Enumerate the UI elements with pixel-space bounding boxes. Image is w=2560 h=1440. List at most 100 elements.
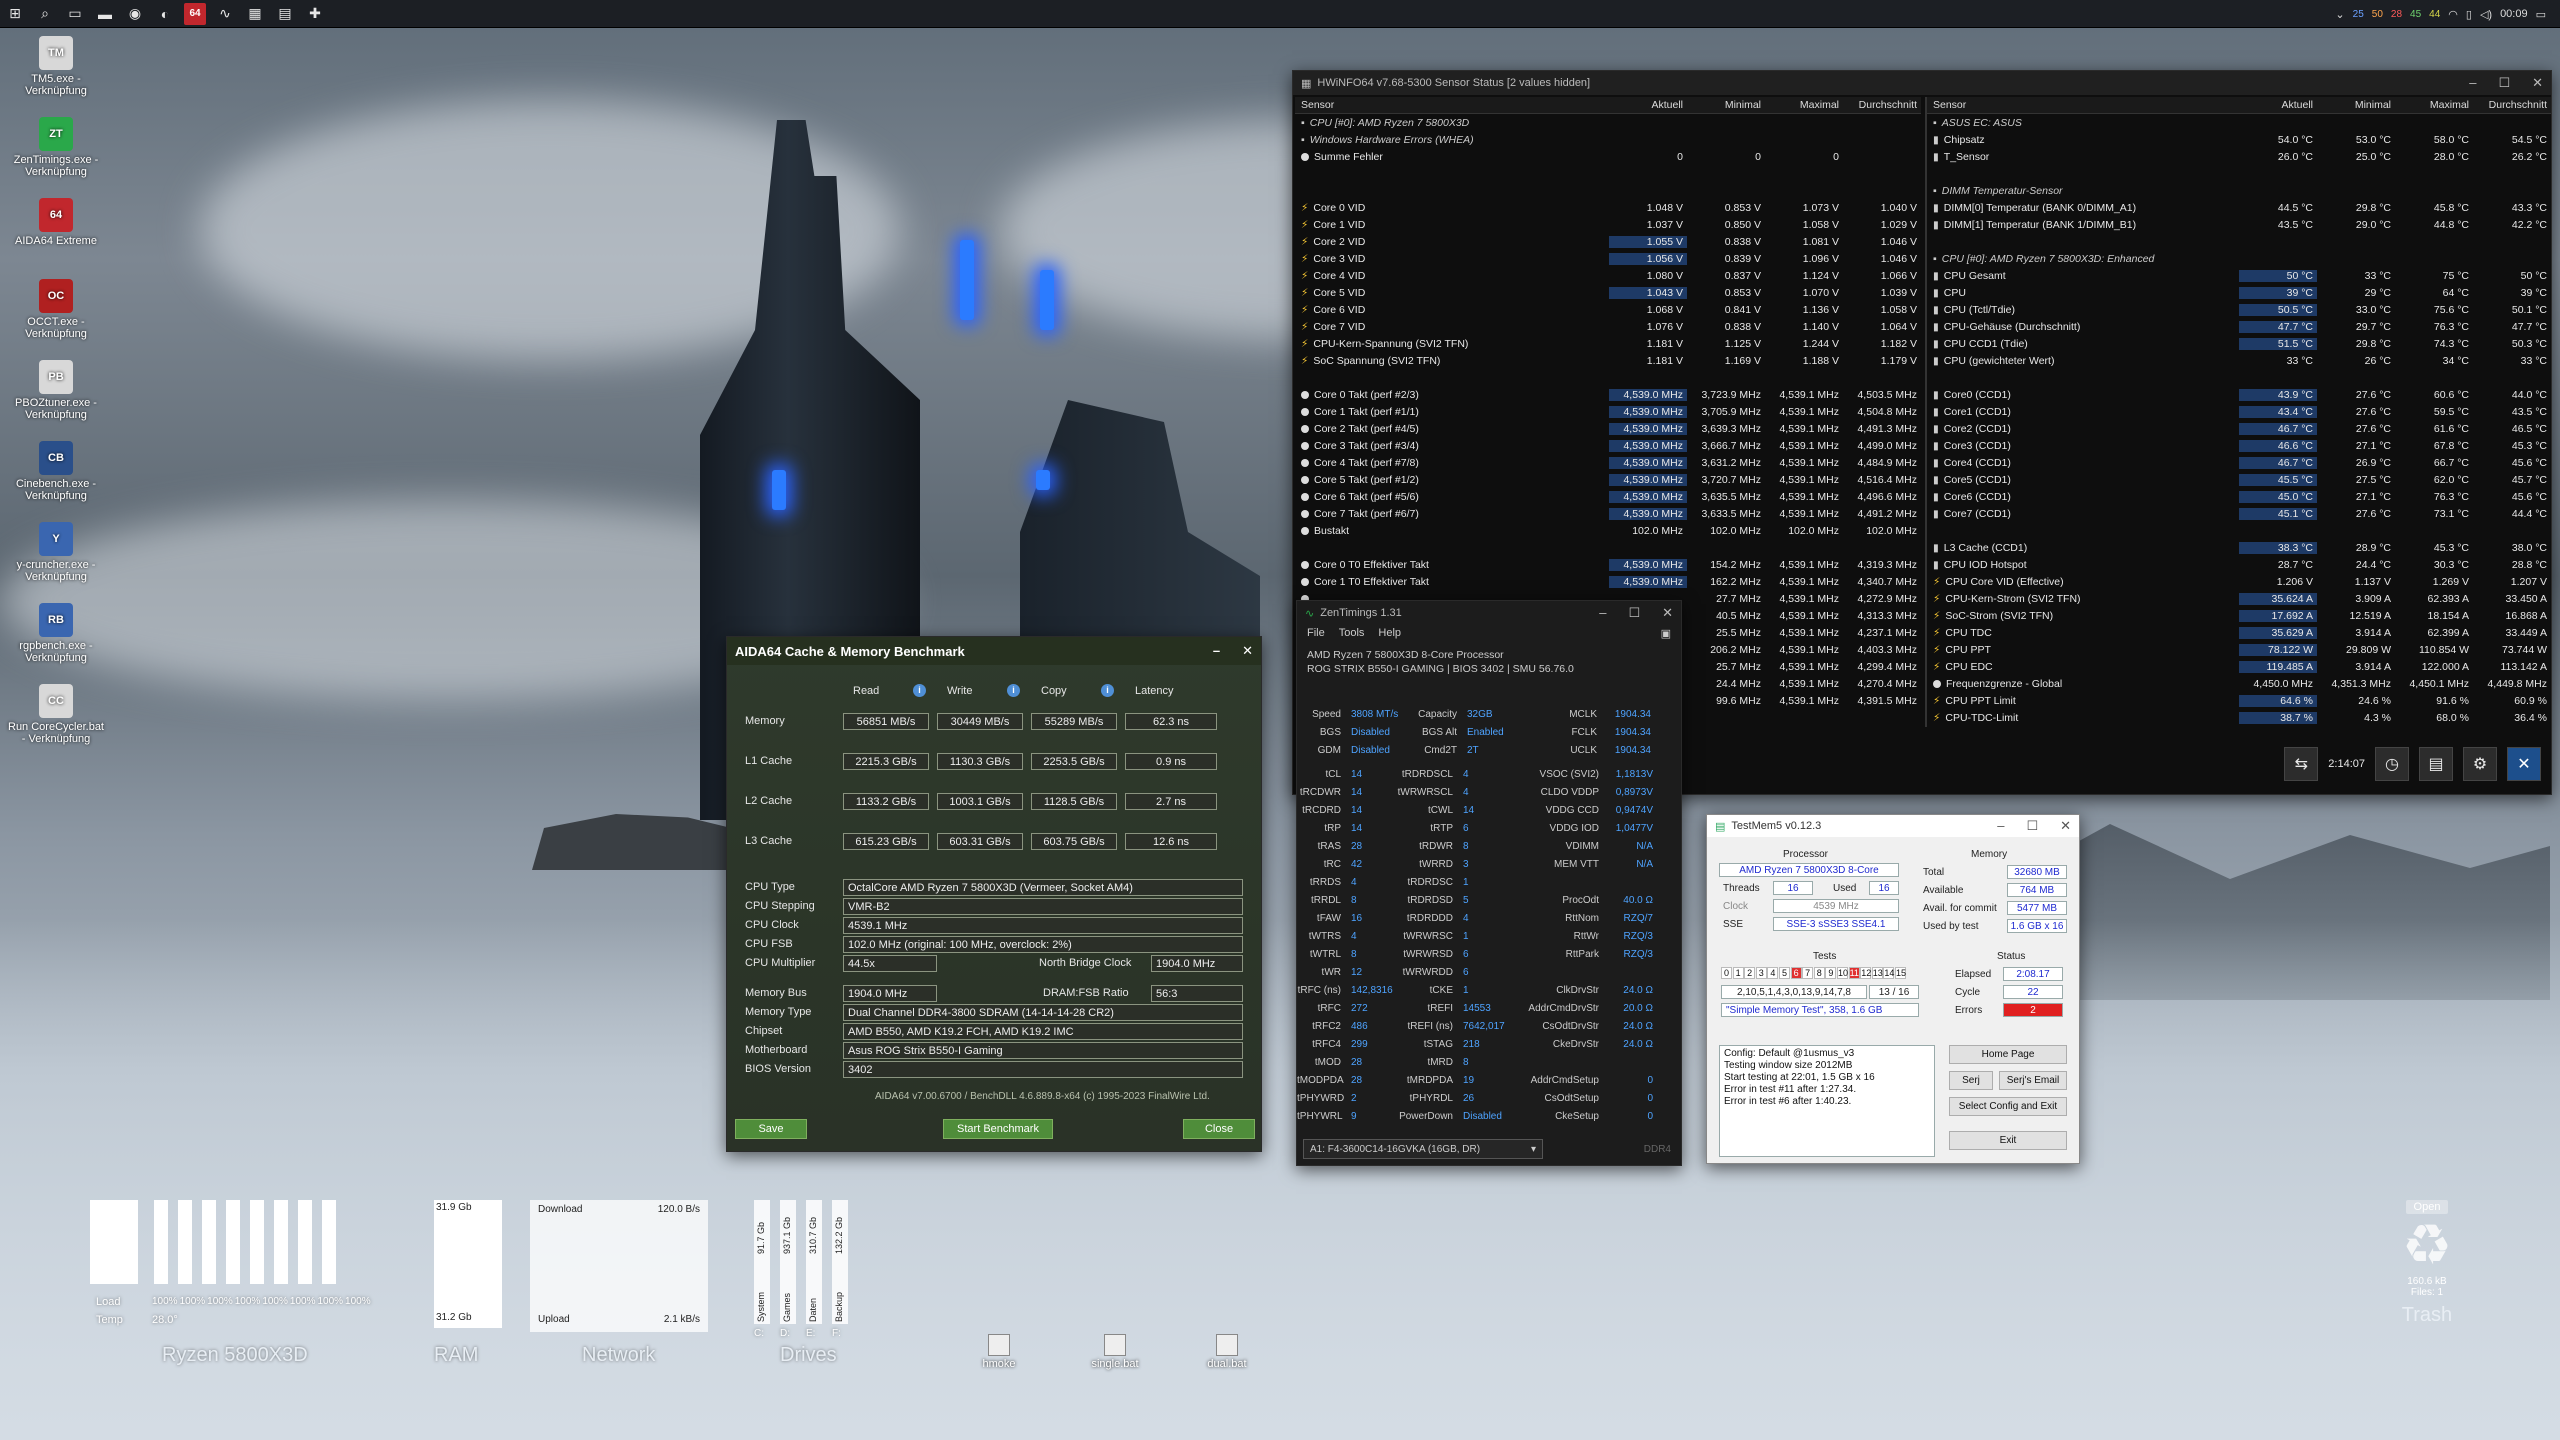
wifi-icon[interactable]: ◠ (2448, 8, 2458, 21)
desktop-shortcut[interactable]: RB rgpbench.exe - Verknüpfung (6, 603, 106, 664)
column-header[interactable]: Sensor (1295, 99, 1609, 111)
sensor-row[interactable]: ▮ CPU-Gehäuse (Durchschnitt) 47.7 °C 29.7 °… (1927, 318, 2551, 335)
log-textarea[interactable]: Config: Default @1usmus_v3 Testing window… (1719, 1045, 1935, 1157)
sensor-row[interactable]: ▪ ASUS EC: ASUS (1927, 114, 2551, 131)
sensor-row[interactable]: ⚡ Core 7 VID 1.076 V 0.838 V 1.140 V 1.064 V (1295, 318, 1921, 335)
sensor-row[interactable]: ▮ Core0 (CCD1) 43.9 °C 27.6 °C 60.6 °C 44.0 °… (1927, 386, 2551, 403)
sensor-row[interactable]: ▮ CPU IOD Hotspot 28.7 °C 24.4 °C 30.3 °C 28.… (1927, 556, 2551, 573)
minimize-icon[interactable]: – (1213, 643, 1220, 659)
sensor-row[interactable]: Frequenzgrenze - Global 4,450.0 MHz 4,351.… (1927, 675, 2551, 692)
sensor-row[interactable] (1295, 539, 1921, 556)
save-button[interactable]: Save (735, 1119, 807, 1139)
desktop-shortcut[interactable]: OC OCCT.exe - Verknüpfung (6, 279, 106, 340)
column-header[interactable]: Minimal (1687, 99, 1765, 111)
column-header[interactable]: Durchschnitt (1843, 99, 1921, 111)
sensor-row[interactable] (1295, 165, 1921, 182)
sensor-row[interactable]: ▮ Core3 (CCD1) 46.6 °C 27.1 °C 67.8 °C 45.3 °… (1927, 437, 2551, 454)
column-header[interactable]: Maximal (1765, 99, 1843, 111)
home-page-button[interactable]: Home Page (1949, 1045, 2067, 1064)
sensor-row[interactable]: ▮ CPU CCD1 (Tdie) 51.5 °C 29.8 °C 74.3 °C 50.… (1927, 335, 2551, 352)
desktop-shortcut[interactable]: 64 AIDA64 Extreme (6, 198, 106, 247)
sensor-row[interactable]: ▪ Windows Hardware Errors (WHEA) (1295, 131, 1921, 148)
desktop-shortcut[interactable]: Yy-cruncher.exe - Verknüpfung (6, 522, 106, 583)
sensor-row[interactable]: Core 1 Takt (perf #1/1) 4,539.0 MHz 3,705.… (1295, 403, 1921, 420)
zentimings-titlebar[interactable]: ∿ ZenTimings 1.31 – ☐ ✕ (1297, 601, 1681, 625)
chrome-icon[interactable]: ◉ (124, 3, 146, 25)
sensor-row[interactable]: Core 7 Takt (perf #6/7) 4,539.0 MHz 3,633.… (1295, 505, 1921, 522)
sensor-row[interactable]: ▮ DIMM[0] Temperatur (BANK 0/DIMM_A1) 44.5… (1927, 199, 2551, 216)
sensor-row[interactable]: ⚡ Core 0 VID 1.048 V 0.853 V 1.073 V 1.040 V (1295, 199, 1921, 216)
sensor-row[interactable]: ▮ Core1 (CCD1) 43.4 °C 27.6 °C 59.5 °C 43.5 °… (1927, 403, 2551, 420)
column-header[interactable]: Sensor (1927, 99, 2239, 111)
sensor-row[interactable]: Summe Fehler 0 0 0 (1295, 148, 1921, 165)
column-header[interactable]: Aktuell (1609, 99, 1687, 111)
network-monitor-icon[interactable]: ⇆ (2284, 747, 2319, 781)
sensor-row[interactable]: Core 3 Takt (perf #3/4) 4,539.0 MHz 3,666.… (1295, 437, 1921, 454)
sensor-row[interactable]: ⚡ Core 1 VID 1.037 V 0.850 V 1.058 V 1.029 V (1295, 216, 1921, 233)
desktop-file[interactable]: single.bat (1080, 1334, 1150, 1370)
sensor-row[interactable]: ▪ DIMM Temperatur-Sensor (1927, 182, 2551, 199)
info-icon[interactable]: i (1007, 684, 1020, 697)
testmem-taskbar-icon[interactable]: ▤ (274, 3, 296, 25)
sensor-row[interactable] (1927, 522, 2551, 539)
sensor-row[interactable]: ⚡ CPU EDC 119.485 A 3.914 A 122.000 A 113.142… (1927, 658, 2551, 675)
sensor-row[interactable]: ▮ CPU (gewichteter Wert) 33 °C 26 °C 34 °C 33… (1927, 352, 2551, 369)
edge-icon[interactable]: ◐ (154, 3, 176, 25)
column-header[interactable]: Durchschnitt (2473, 99, 2551, 111)
close-icon[interactable]: ✕ (1242, 643, 1253, 659)
search-icon[interactable]: ⌕ (34, 3, 56, 25)
exit-button[interactable]: Exit (1949, 1131, 2067, 1150)
sensor-row[interactable]: ▮ Chipsatz 54.0 °C 53.0 °C 58.0 °C 54.5 °C (1927, 131, 2551, 148)
recycle-icon[interactable]: ♻ (2382, 1214, 2472, 1276)
desktop-shortcut[interactable]: TM TM5.exe - Verknüpfung (6, 36, 106, 97)
hwinfo-right-pane[interactable]: Sensor Aktuell Minimal Maximal Durchschnitt ▪… (1925, 97, 2551, 727)
menu-tools[interactable]: Tools (1339, 627, 1365, 640)
module-select[interactable]: A1: F4-3600C14-16GVKA (16GB, DR) ▾ (1303, 1139, 1543, 1159)
trash-open-button[interactable]: Open (2405, 1200, 2449, 1214)
hwinfo-titlebar[interactable]: ▦ HWiNFO64 v7.68-5300 Sensor Status [2 v… (1293, 71, 2551, 95)
sensor-row[interactable]: ▪ CPU [#0]: AMD Ryzen 7 5800X3D: Enhanced (1927, 250, 2551, 267)
close-icon[interactable]: ✕ (2507, 747, 2541, 781)
close-button[interactable]: Close (1183, 1119, 1255, 1139)
start-benchmark-button[interactable]: Start Benchmark (943, 1119, 1053, 1139)
folder-icon[interactable]: ▬ (94, 3, 116, 25)
start-icon[interactable]: ⊞ (4, 3, 26, 25)
network-icon[interactable]: ▯ (2466, 8, 2472, 21)
sensor-row[interactable]: Bustakt 102.0 MHz 102.0 MHz 102.0 MHz 102.0 … (1295, 522, 1921, 539)
sensor-row[interactable]: ⚡ Core 2 VID 1.055 V 0.838 V 1.081 V 1.046 V (1295, 233, 1921, 250)
sensor-row[interactable] (1927, 165, 2551, 182)
sensor-row[interactable]: Core 1 T0 Effektiver Takt 4,539.0 MHz 162.… (1295, 573, 1921, 590)
sensor-row[interactable]: ⚡ CPU TDC 35.629 A 3.914 A 62.399 A 33.449 A (1927, 624, 2551, 641)
sensor-row[interactable]: ⚡ Core 6 VID 1.068 V 0.841 V 1.136 V 1.058 V (1295, 301, 1921, 318)
sensor-row[interactable]: ▪ CPU [#0]: AMD Ryzen 7 5800X3D (1295, 114, 1921, 131)
gear-icon[interactable]: ⚙ (2463, 747, 2497, 781)
desktop-shortcut[interactable]: PB PBOZtuner.exe - Verknüpfung (6, 360, 106, 421)
menu-help[interactable]: Help (1378, 627, 1401, 640)
sensor-row[interactable] (1295, 369, 1921, 386)
sensor-row[interactable]: ▮ Core2 (CCD1) 46.7 °C 27.6 °C 61.6 °C 46.5 °… (1927, 420, 2551, 437)
menu-file[interactable]: File (1307, 627, 1325, 640)
clock[interactable]: 00:09 (2500, 8, 2528, 20)
maximize-icon[interactable]: ☐ (2026, 818, 2038, 834)
sensor-row[interactable]: ▮ CPU (Tctl/Tdie) 50.5 °C 33.0 °C 75.6 °C 50.… (1927, 301, 2551, 318)
sensor-row[interactable]: ▮ Core6 (CCD1) 45.0 °C 27.1 °C 76.3 °C 45.6 °… (1927, 488, 2551, 505)
desktop-shortcut[interactable]: ZT ZenTimings.exe - Verknüpfung (6, 117, 106, 178)
desktop-file[interactable]: dual.bat (1192, 1334, 1262, 1370)
column-header[interactable]: Aktuell (2239, 99, 2317, 111)
report-icon[interactable]: ▤ (2419, 747, 2453, 781)
maximize-icon[interactable]: ☐ (1628, 605, 1640, 621)
sensor-row[interactable]: ⚡ CPU-TDC-Limit 38.7 % 4.3 % 68.0 % 36.4 % (1927, 709, 2551, 726)
settings-app-icon[interactable]: ✚ (304, 3, 326, 25)
testmem-titlebar[interactable]: ▤ TestMem5 v0.12.3 – ☐ ✕ (1707, 815, 2079, 837)
sensor-row[interactable]: ⚡ CPU Core VID (Effective) 1.206 V 1.137 V 1… (1927, 573, 2551, 590)
info-icon[interactable]: i (913, 684, 926, 697)
desktop-file[interactable]: hmoke (964, 1334, 1034, 1370)
hwinfo-taskbar-icon[interactable]: ▦ (244, 3, 266, 25)
minimize-icon[interactable]: – (1599, 605, 1606, 621)
sensor-row[interactable] (1927, 233, 2551, 250)
sensor-row[interactable]: ⚡ Core 5 VID 1.043 V 0.853 V 1.070 V 1.039 V (1295, 284, 1921, 301)
close-icon[interactable]: ✕ (2060, 818, 2071, 834)
sensor-row[interactable]: ▮ Core5 (CCD1) 45.5 °C 27.5 °C 62.0 °C 45.7 °… (1927, 471, 2551, 488)
maximize-icon[interactable]: ☐ (2498, 75, 2510, 91)
sensor-row[interactable]: ▮ Core7 (CCD1) 45.1 °C 27.6 °C 73.1 °C 44.4 °… (1927, 505, 2551, 522)
